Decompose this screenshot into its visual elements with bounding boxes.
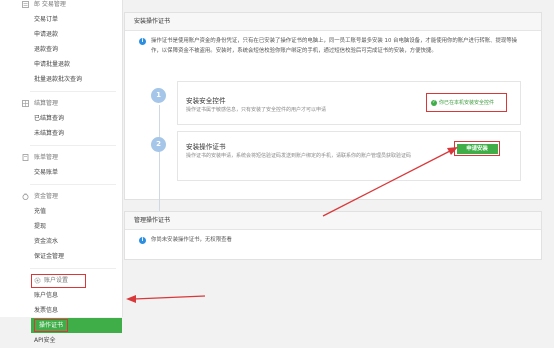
- sidebar-item-batch-refund[interactable]: 申请批量退款: [0, 57, 122, 72]
- grid-icon: [22, 100, 29, 107]
- panel-title: 管理操作证书: [125, 212, 541, 230]
- sidebar-section-bills[interactable]: 账单管理: [0, 151, 122, 165]
- sidebar-item-refund-query[interactable]: 退款查询: [0, 42, 122, 57]
- apply-install-highlight: 申请安装: [454, 141, 500, 156]
- step-title: 安装操作证书: [186, 143, 226, 151]
- sidebar-item-orders[interactable]: 交易订单: [0, 12, 122, 27]
- manage-cert-panel: 管理操作证书 i 你尚未安装操作证书，无权限查看: [124, 211, 542, 260]
- step-number-1: 1: [151, 88, 166, 103]
- sidebar-item-deposit[interactable]: 保证金管理: [0, 249, 122, 264]
- manage-info-text: 你尚未安装操作证书，无权限查看: [151, 237, 232, 243]
- list-icon: [22, 1, 29, 8]
- sidebar-item-settled[interactable]: 已结算查询: [0, 111, 122, 126]
- divider: [30, 184, 116, 185]
- info-icon: i: [139, 237, 146, 244]
- sidebar-item-operation-cert[interactable]: 操作证书: [31, 318, 122, 333]
- sidebar-item-label: 操作证书: [34, 319, 69, 332]
- manage-info: i 你尚未安装操作证书，无权限查看: [125, 230, 541, 246]
- gear-icon: [34, 277, 41, 284]
- sidebar-item-fund-flow[interactable]: 资金流水: [0, 234, 122, 249]
- step-install-cert: 安装操作证书 操作证书的安装申请，系统会将短信验证码发送到账户绑定的手机，请联系…: [177, 131, 521, 181]
- sidebar-item-apply-refund[interactable]: 申请退款: [0, 27, 122, 42]
- divider: [30, 91, 116, 92]
- step-timeline: [159, 105, 160, 215]
- step-install-control: 安装安全控件 操作证书属于敏感信息，只有安装了安全控件的用户才可以申请 ✓ 你已在…: [177, 81, 521, 125]
- control-installed-status: ✓ 你已在本机安装安全控件: [426, 93, 507, 112]
- status-text: 你已在本机安装安全控件: [439, 100, 495, 106]
- sidebar-section-label: 郎 交易管理: [34, 1, 66, 8]
- sidebar-section-label: 结算管理: [34, 100, 59, 107]
- sidebar-item-invoice-info[interactable]: 发票信息: [0, 303, 122, 318]
- main-content: 安装操作证书 i 操作证书是使用账户资金的身份凭证，只有在已安装了操作证书的电脑…: [122, 0, 554, 317]
- sidebar-section-transaction[interactable]: 郎 交易管理: [0, 0, 122, 12]
- sidebar-item-recharge[interactable]: 充值: [0, 204, 122, 219]
- sidebar-item-withdraw[interactable]: 提现: [0, 219, 122, 234]
- sidebar-item-api-security[interactable]: API安全: [0, 333, 122, 348]
- sidebar-section-label: 资金管理: [34, 193, 59, 200]
- sidebar-item-trade-bill[interactable]: 交易账单: [0, 165, 122, 180]
- sidebar-section-settlement[interactable]: 结算管理: [0, 97, 122, 111]
- info-icon: i: [139, 38, 146, 45]
- divider: [30, 268, 116, 269]
- sidebar-item-unsettled[interactable]: 未结算查询: [0, 126, 122, 141]
- document-icon: [22, 154, 29, 161]
- step-desc: 操作证书属于敏感信息，只有安装了安全控件的用户才可以申请: [186, 107, 327, 113]
- sidebar-item-account-info[interactable]: 账户信息: [0, 288, 122, 303]
- sidebar: 郎 交易管理 交易订单 申请退款 退款查询 申请批量退款 批量退款批次查询 结算…: [0, 0, 123, 344]
- install-info: i 操作证书是使用账户资金的身份凭证，只有在已安装了操作证书的电脑上，同一员工账…: [125, 31, 541, 56]
- check-circle-icon: ✓: [431, 99, 437, 106]
- money-bag-icon: [22, 193, 29, 200]
- divider: [30, 145, 116, 146]
- apply-install-button[interactable]: 申请安装: [456, 143, 498, 154]
- panel-title: 安装操作证书: [125, 13, 541, 31]
- sidebar-section-funds[interactable]: 资金管理: [0, 190, 122, 204]
- step-number-2: 2: [151, 137, 166, 152]
- step-desc: 操作证书的安装申请，系统会将短信验证码发送到账户绑定的手机，请联系你的账户管理员…: [186, 153, 412, 159]
- sidebar-item-batch-refund-query[interactable]: 批量退款批次查询: [0, 72, 122, 87]
- install-info-text: 操作证书是使用账户资金的身份凭证，只有在已安装了操作证书的电脑上，同一员工账号最…: [151, 38, 518, 54]
- sidebar-section-account-settings[interactable]: 账户设置: [31, 274, 86, 288]
- step-title: 安装安全控件: [186, 97, 226, 105]
- sidebar-section-label: 账单管理: [34, 154, 59, 161]
